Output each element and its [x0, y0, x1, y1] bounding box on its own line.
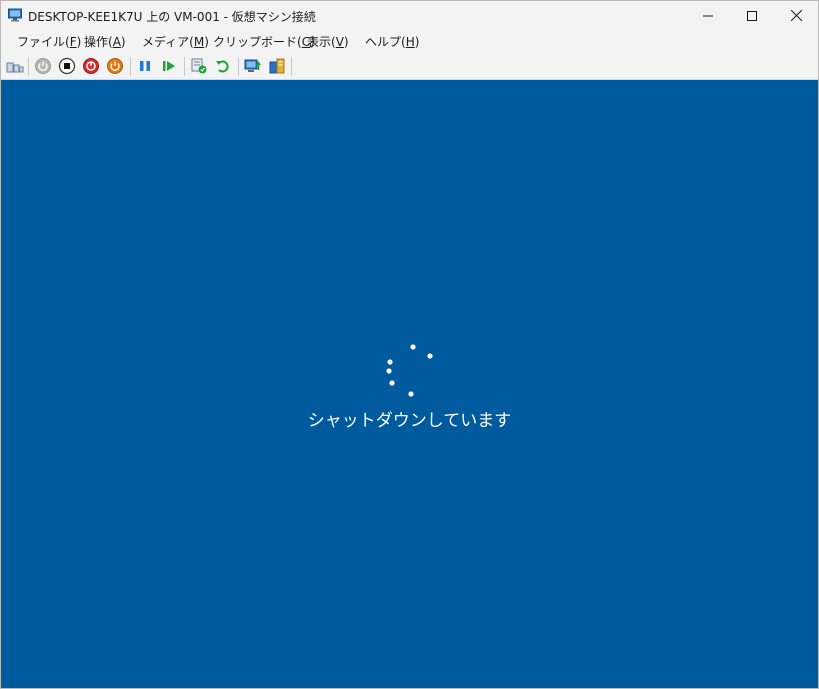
- revert-icon[interactable]: [214, 57, 232, 75]
- toolbar-separator: [184, 57, 185, 76]
- checkpoint-icon[interactable]: [190, 57, 208, 75]
- minimize-button[interactable]: [685, 1, 731, 30]
- toolbar-separator: [28, 57, 29, 76]
- loading-spinner-icon: [386, 344, 433, 397]
- pause-icon[interactable]: [136, 57, 154, 75]
- save-icon[interactable]: [106, 57, 124, 75]
- vm-display[interactable]: シャットダウンしています: [1, 80, 818, 688]
- maximize-icon: [747, 10, 757, 21]
- menu-action[interactable]: 操作(A): [84, 33, 126, 50]
- menu-media[interactable]: メディア(M): [142, 33, 209, 50]
- menu-file[interactable]: ファイル(F): [17, 33, 81, 50]
- menu-bar: ファイル(F) 操作(A) メディア(M) クリップボード(C) 表示(V) ヘ…: [1, 30, 818, 52]
- enhanced-session-icon[interactable]: [244, 57, 262, 75]
- turn-off-icon[interactable]: [58, 57, 76, 75]
- start-icon[interactable]: [34, 57, 52, 75]
- ctrl-alt-del-icon[interactable]: [6, 57, 24, 75]
- vm-connection-window: DESKTOP-KEE1K7U 上の VM-001 - 仮想マシン接続 ファイル…: [0, 0, 819, 689]
- share-icon[interactable]: [268, 57, 286, 75]
- shutdown-status-text: シャットダウンしています: [307, 411, 512, 431]
- resume-icon[interactable]: [160, 57, 178, 75]
- toolbar-separator: [130, 57, 131, 76]
- minimize-icon: [703, 15, 713, 16]
- close-icon: [790, 10, 802, 21]
- menu-help[interactable]: ヘルプ(H): [365, 33, 419, 50]
- toolbar: [1, 52, 818, 80]
- menu-view[interactable]: 表示(V): [307, 33, 349, 50]
- maximize-button[interactable]: [729, 1, 775, 30]
- menu-clipboard[interactable]: クリップボード(C): [213, 33, 315, 50]
- toolbar-separator: [291, 57, 292, 76]
- close-button[interactable]: [773, 1, 819, 30]
- shut-down-icon[interactable]: [82, 57, 100, 75]
- monitor-icon: [8, 8, 22, 22]
- toolbar-separator: [238, 57, 239, 76]
- window-title: DESKTOP-KEE1K7U 上の VM-001 - 仮想マシン接続: [28, 10, 316, 24]
- title-bar[interactable]: DESKTOP-KEE1K7U 上の VM-001 - 仮想マシン接続: [1, 1, 818, 30]
